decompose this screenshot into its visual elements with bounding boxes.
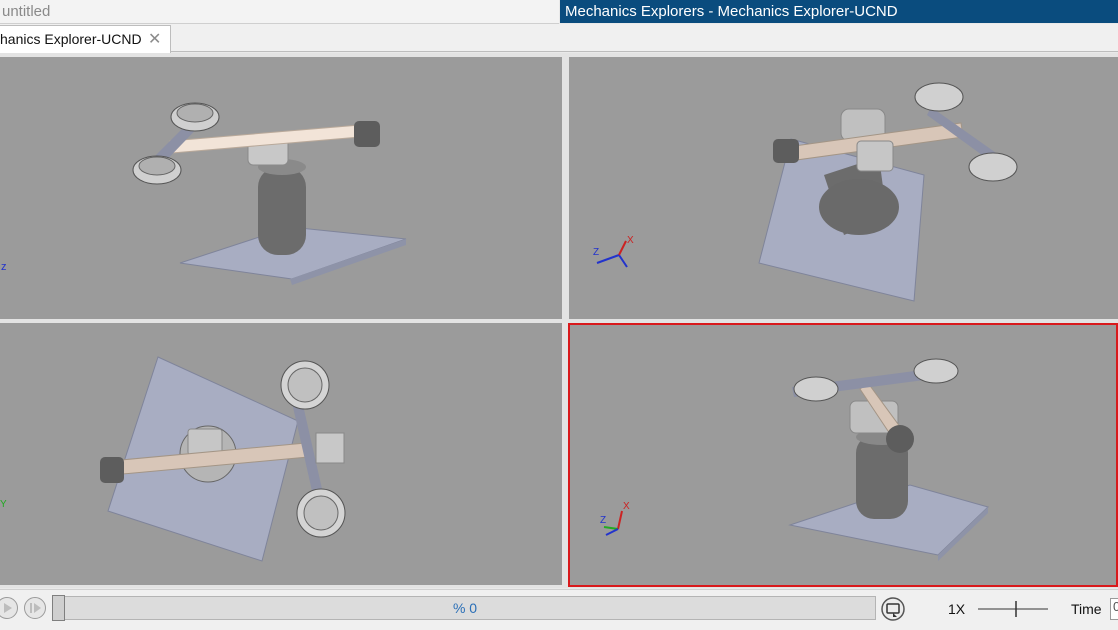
play-icon <box>4 603 12 613</box>
loop-button[interactable] <box>880 597 906 621</box>
speed-slider[interactable] <box>976 598 1050 620</box>
time-input[interactable]: 0 <box>1110 598 1118 620</box>
time-label: Time <box>1071 601 1102 617</box>
axis-label-z: Z <box>600 515 606 526</box>
model-render-top-left: z <box>1 102 407 285</box>
window-title-mechanics-explorers: Mechanics Explorers - Mechanics Explorer… <box>565 3 898 20</box>
progress-slider-thumb[interactable] <box>52 595 65 621</box>
model-render-top-right: X Z <box>593 82 1018 302</box>
window-title-untitled: untitled <box>2 3 51 20</box>
loop-icon <box>881 597 905 621</box>
model-render-bottom-right: X Z <box>600 358 989 561</box>
axis-label-z: Z <box>593 247 599 258</box>
axis-label-x: X <box>623 501 630 512</box>
axis-label-x: X <box>627 235 634 246</box>
viewport-top-left[interactable]: z <box>0 57 562 319</box>
viewport-top-right[interactable]: X Z <box>569 57 1118 319</box>
viewport-bottom-left[interactable]: Y <box>0 323 562 585</box>
model-render-bottom-left: Y <box>0 356 346 562</box>
playback-bar: % 0 1X Time 0 <box>0 589 1118 630</box>
titlebar-mechanics-explorers[interactable]: Mechanics Explorers - Mechanics Explorer… <box>560 0 1118 23</box>
axis-label-y: Y <box>0 499 7 510</box>
axis-label-z: z <box>1 261 7 273</box>
close-icon[interactable]: ✕ <box>148 29 161 49</box>
speed-label: 1X <box>948 601 966 617</box>
tab-mechanics-explorer[interactable]: hanics Explorer-UCND ✕ <box>0 25 171 53</box>
tab-label: hanics Explorer-UCND <box>0 31 142 47</box>
progress-percent-text: % 0 <box>452 600 478 616</box>
titlebar-untitled[interactable]: untitled <box>0 0 559 24</box>
speed-slider-track <box>978 601 1048 617</box>
step-forward-button[interactable] <box>24 597 46 619</box>
play-button[interactable] <box>0 597 18 619</box>
step-forward-icon <box>30 603 41 613</box>
mechanics-viewport-area: z X Z Y X Z <box>0 53 1118 588</box>
viewport-bottom-right-active[interactable]: X Z <box>568 323 1118 587</box>
